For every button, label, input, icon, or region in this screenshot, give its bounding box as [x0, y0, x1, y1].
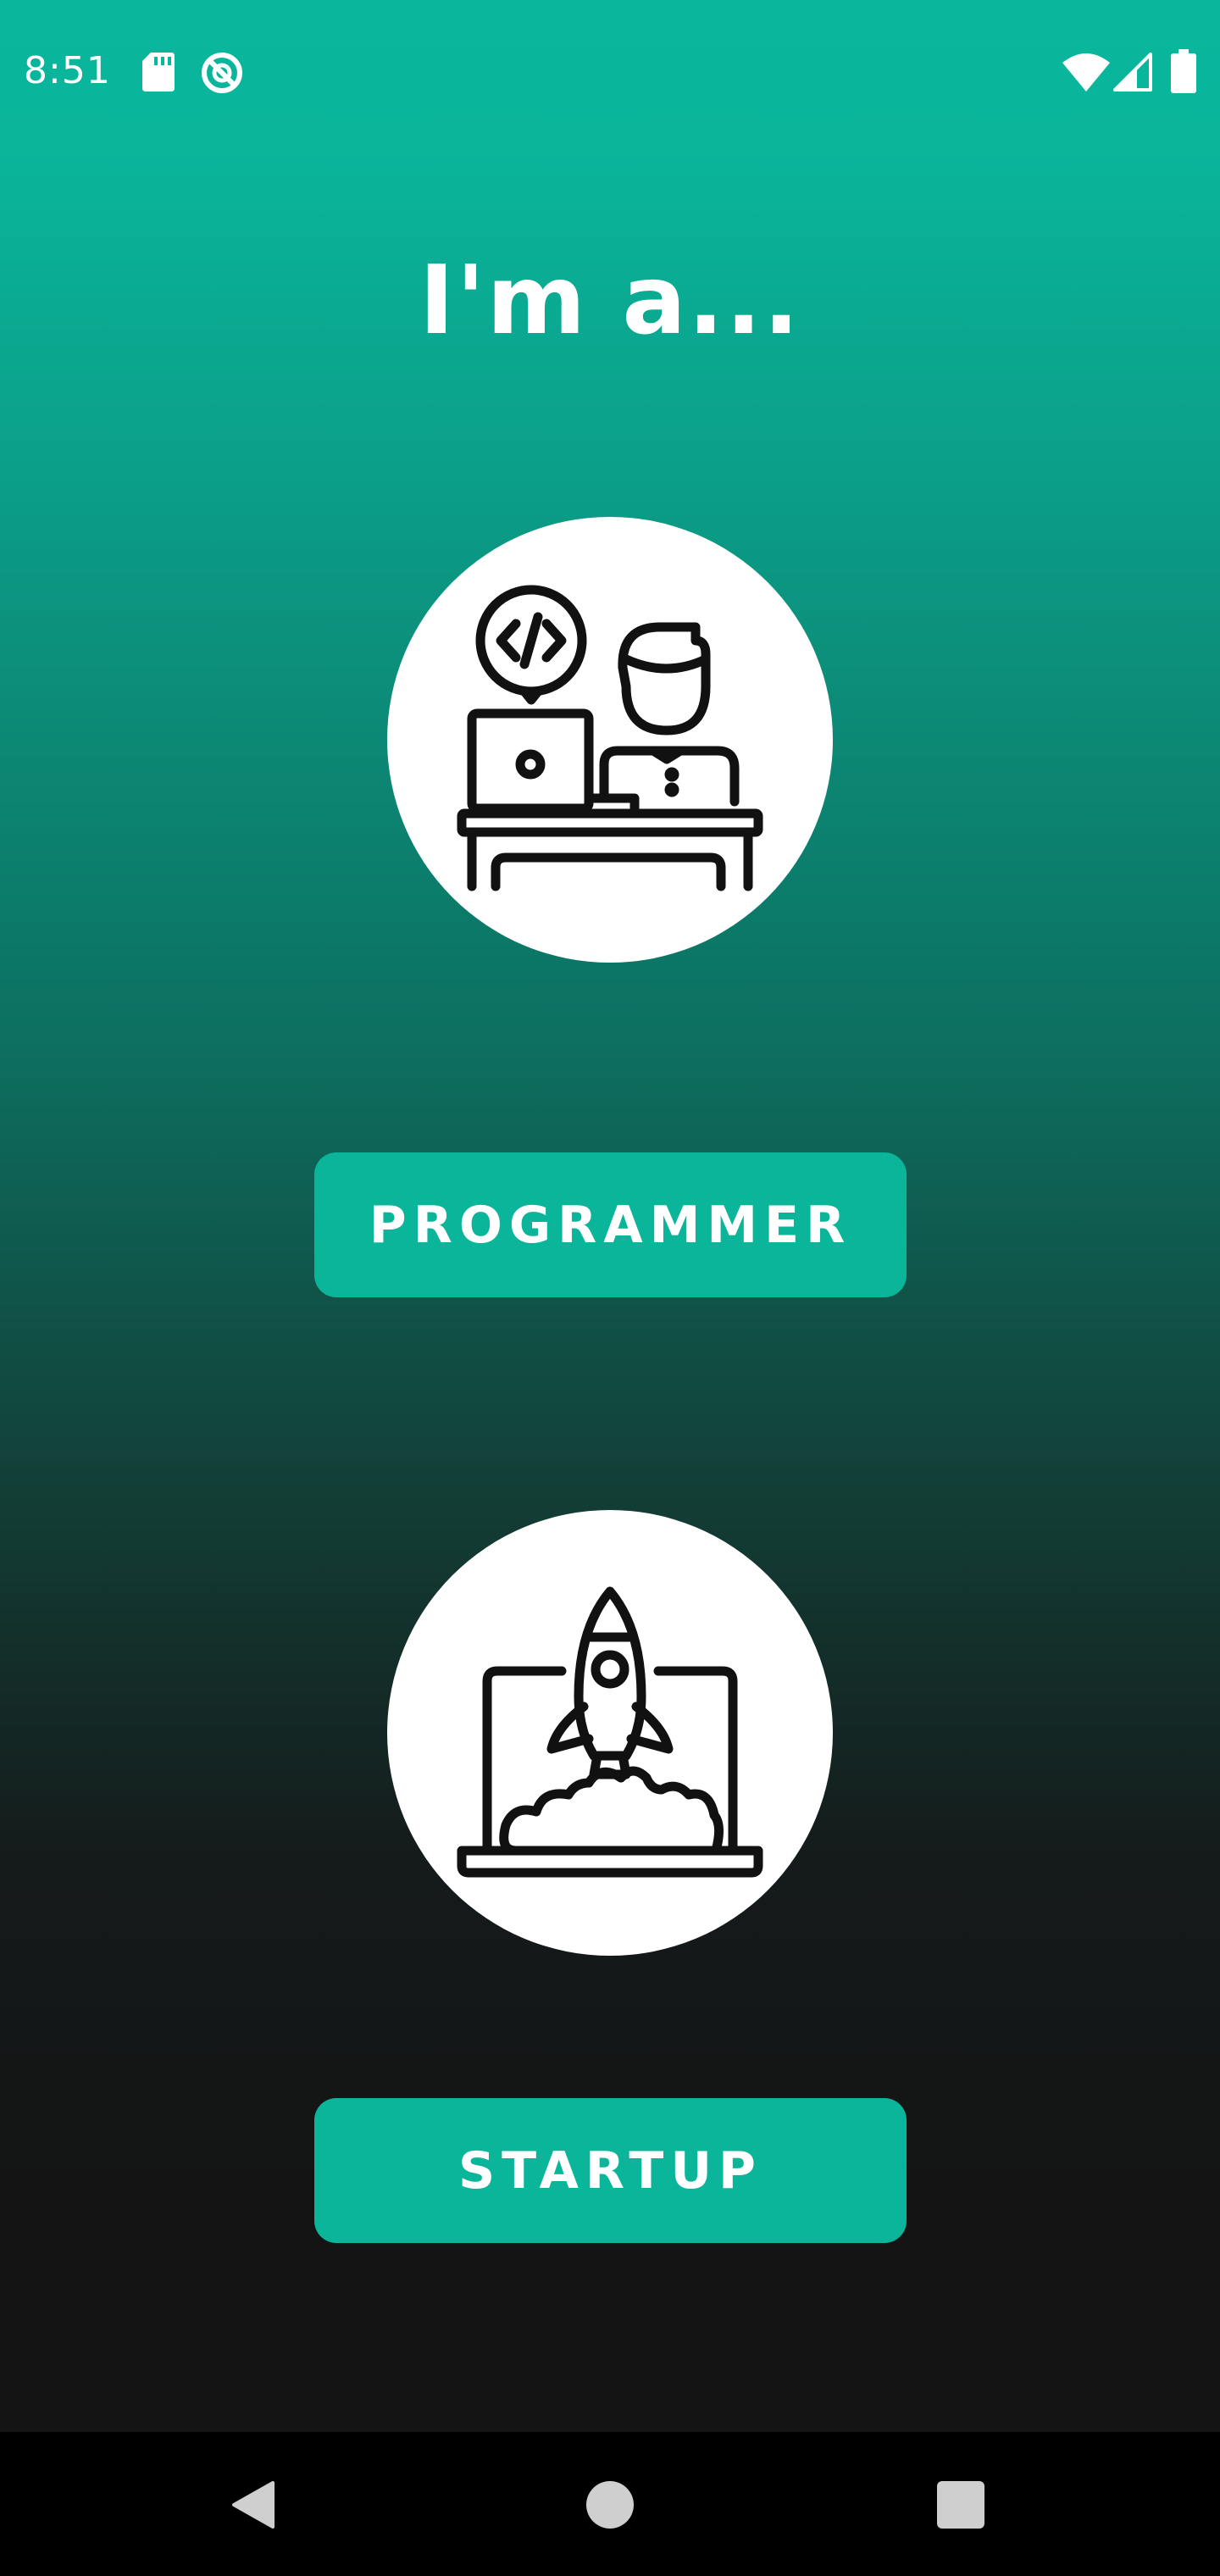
wifi-icon [1062, 53, 1110, 92]
back-icon[interactable] [229, 2479, 280, 2530]
programmer-illustration[interactable] [387, 517, 833, 963]
cell-signal-icon [1113, 53, 1152, 92]
home-icon[interactable] [586, 2481, 634, 2529]
sd-card-icon [142, 53, 175, 92]
startup-illustration[interactable] [387, 1510, 833, 1956]
battery-icon [1171, 49, 1196, 93]
status-time: 8:51 [24, 49, 111, 92]
programmer-icon [457, 585, 763, 891]
status-bar: 8:51 [0, 0, 1220, 146]
recents-icon[interactable] [937, 2481, 984, 2529]
navigation-bar [0, 2432, 1220, 2576]
sync-icon [202, 53, 242, 93]
rocket-launch-icon [457, 1586, 763, 1878]
programmer-button[interactable]: PROGRAMMER [314, 1152, 907, 1297]
startup-button[interactable]: STARTUP [314, 2098, 907, 2243]
page-title: I'm a... [419, 246, 801, 356]
